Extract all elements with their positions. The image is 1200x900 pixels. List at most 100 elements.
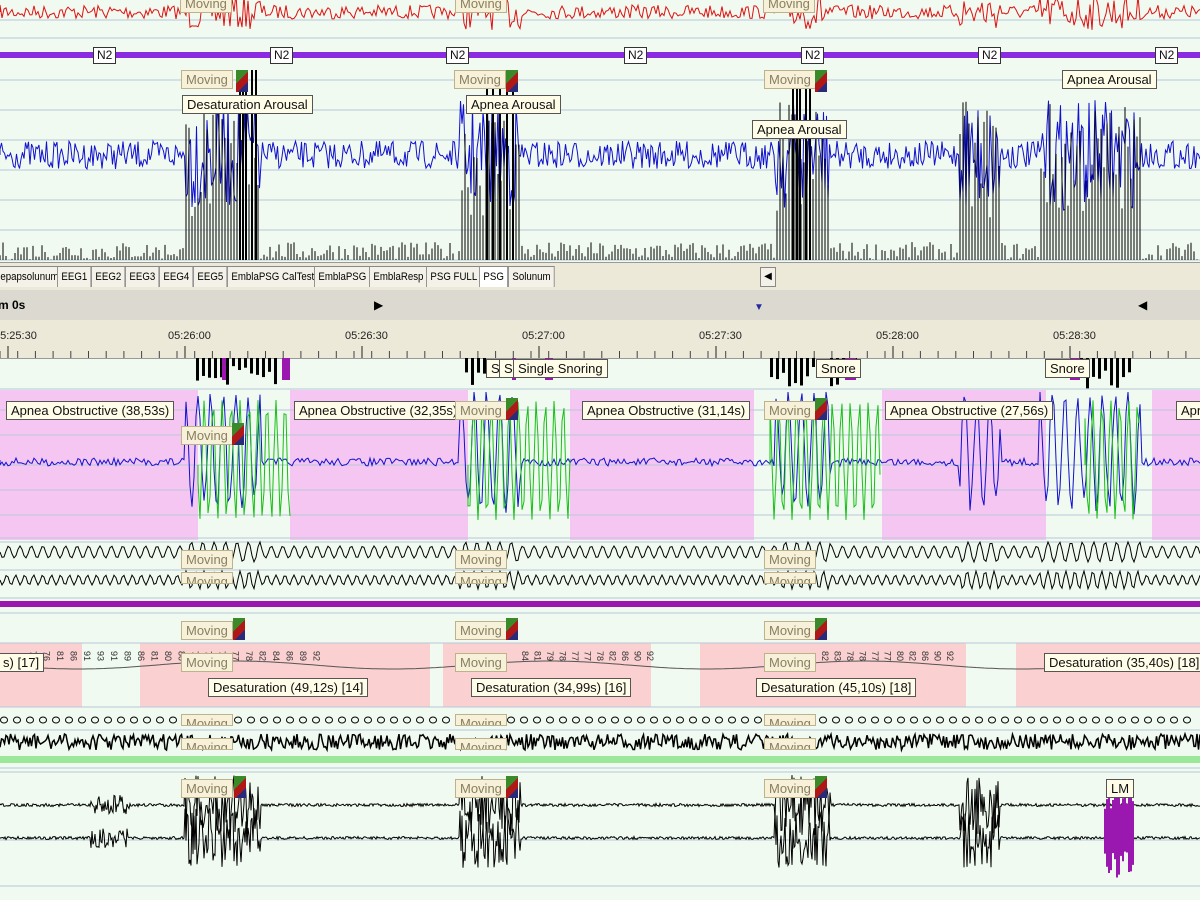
moving-label[interactable]: Moving (764, 572, 816, 584)
event-snore[interactable]: Snore (816, 359, 861, 378)
event-single-snoring[interactable]: Single Snoring (513, 359, 608, 378)
moving-label[interactable]: Moving (763, 0, 815, 13)
event-desaturation[interactable]: Desaturation (45,10s) [18] (756, 678, 917, 697)
tab-emblapsg-caltest[interactable]: EmblaPSG CalTest (227, 266, 319, 287)
moving-label[interactable]: Moving (764, 550, 816, 569)
sleep-stage-label[interactable]: N2 (978, 47, 1002, 64)
moving-label[interactable]: Moving (455, 621, 507, 640)
pulse-marker (143, 716, 151, 724)
tab-emblaresp[interactable]: EmblaResp (369, 266, 428, 287)
event-apnea-arousal[interactable]: Apnea Arousal (752, 120, 847, 139)
moving-label[interactable]: Moving (455, 779, 507, 798)
moving-label[interactable]: Moving (455, 401, 507, 420)
tab-eeg1[interactable]: EEG1 (57, 266, 92, 287)
moving-label[interactable]: Moving (454, 70, 506, 89)
moving-label[interactable]: Moving (181, 714, 233, 726)
snore-bar (262, 358, 265, 378)
position-readout: m 0s (0, 298, 26, 312)
event-desaturation[interactable]: Desaturation (49,12s) [14] (208, 678, 369, 697)
event-desaturation-arousal[interactable]: Desaturation Arousal (182, 95, 313, 114)
pulse-marker (416, 716, 424, 724)
tab-emblapsg[interactable]: EmblaPSG (314, 266, 371, 287)
moving-label[interactable]: Moving (181, 70, 233, 89)
spo2-value: 82 (608, 651, 618, 661)
event-desaturation[interactable]: Desaturation (35,40s) [18] (1044, 653, 1200, 672)
tab-solunum[interactable]: Solunum (508, 266, 556, 287)
play-marker-icon[interactable]: ▶ (374, 298, 383, 312)
tab-scroll-left-icon[interactable]: ◀ (760, 267, 776, 287)
pulse-marker (247, 716, 255, 724)
emg-path (0, 806, 1200, 868)
moving-label[interactable]: Moving (455, 738, 507, 750)
event-limb-movement[interactable]: LM (1106, 779, 1135, 798)
tab-eeg3[interactable]: EEG3 (125, 266, 160, 287)
cursor-marker-icon[interactable]: ▼ (754, 302, 764, 313)
event-apnea-obstructive[interactable]: Apnea Obstructive (31,14s) (582, 401, 751, 420)
snore-mark (222, 358, 226, 380)
pulse-marker (1079, 716, 1087, 724)
pulse-marker (1027, 716, 1035, 724)
moving-label[interactable]: Moving (764, 714, 816, 726)
spo2-value: 77 (583, 651, 593, 661)
sleep-stage-label[interactable]: N2 (446, 47, 470, 64)
moving-label[interactable]: Moving (455, 0, 507, 13)
moving-label[interactable]: Moving (181, 572, 233, 584)
pulse-marker (260, 716, 268, 724)
sleep-stage-label[interactable]: N2 (801, 47, 825, 64)
tab-epapsolunum[interactable]: epapsolunum (0, 266, 63, 287)
tab-psg[interactable]: PSG (479, 266, 509, 287)
moving-label[interactable]: Moving (181, 653, 233, 672)
event-apnea-obstructive[interactable]: Apnea Obstructive (32,35s) (294, 401, 463, 420)
spo2-value: 86 (285, 651, 295, 661)
event-apnea-arousal[interactable]: Apnea Arousal (466, 95, 561, 114)
moving-label[interactable]: Moving (455, 572, 507, 584)
moving-label[interactable]: Moving (181, 779, 233, 798)
tab-psg-full[interactable]: PSG FULL (426, 266, 482, 287)
snore-bar (770, 358, 773, 378)
sleep-stage-label[interactable]: N2 (93, 47, 117, 64)
moving-label[interactable]: Moving (764, 738, 816, 750)
pulse-marker (546, 716, 554, 724)
snore-bar (806, 358, 809, 377)
sleep-stage-label[interactable]: N2 (1155, 47, 1179, 64)
moving-label[interactable]: Moving (455, 714, 507, 726)
tab-eeg2[interactable]: EEG2 (91, 266, 126, 287)
spo2-value: 83 (833, 651, 843, 661)
moving-label[interactable]: Moving (181, 426, 233, 445)
pulse-marker (65, 716, 73, 724)
sleep-stage-label[interactable]: N2 (624, 47, 648, 64)
pulse-marker (949, 716, 957, 724)
moving-label[interactable]: Moving (764, 621, 816, 640)
moving-label[interactable]: Moving (764, 653, 816, 672)
moving-label[interactable]: Moving (180, 0, 232, 13)
pulse-marker (975, 716, 983, 724)
event-apnea-obstructive[interactable]: Apnea Obstructive (27,56s) (885, 401, 1054, 420)
moving-label[interactable]: Moving (455, 653, 507, 672)
event-apnea-arousal[interactable]: Apnea Arousal (1062, 70, 1157, 89)
movement-marker-icon (506, 398, 518, 420)
movement-marker-icon (815, 618, 827, 640)
snore-bar (214, 358, 217, 379)
end-marker-icon[interactable]: ◀ (1138, 298, 1147, 312)
event-apnea-obstructive[interactable]: Apnea Obstructive (38,53s) (6, 401, 175, 420)
snore-mark (282, 358, 290, 380)
spo2-value: 80 (895, 651, 905, 661)
event-apnea-obstructive[interactable]: Apn (1176, 401, 1200, 420)
event-snore[interactable]: Snore (1045, 359, 1090, 378)
pulse-marker (169, 716, 177, 724)
moving-label[interactable]: Moving (764, 779, 816, 798)
sleep-stage-label[interactable]: N2 (270, 47, 294, 64)
event-desaturation[interactable]: s) [17] (0, 653, 45, 672)
moving-label[interactable]: Moving (181, 550, 233, 569)
tab-eeg4[interactable]: EEG4 (159, 266, 194, 287)
pulse-marker (234, 716, 242, 724)
moving-label[interactable]: Moving (455, 550, 507, 569)
event-desaturation[interactable]: Desaturation (34,99s) [16] (471, 678, 632, 697)
moving-label[interactable]: Moving (764, 70, 816, 89)
tab-eeg5[interactable]: EEG5 (193, 266, 228, 287)
pulse-marker (1144, 716, 1152, 724)
snore-bar (1122, 358, 1125, 378)
moving-label[interactable]: Moving (181, 621, 233, 640)
moving-label[interactable]: Moving (181, 738, 233, 750)
moving-label[interactable]: Moving (764, 401, 816, 420)
